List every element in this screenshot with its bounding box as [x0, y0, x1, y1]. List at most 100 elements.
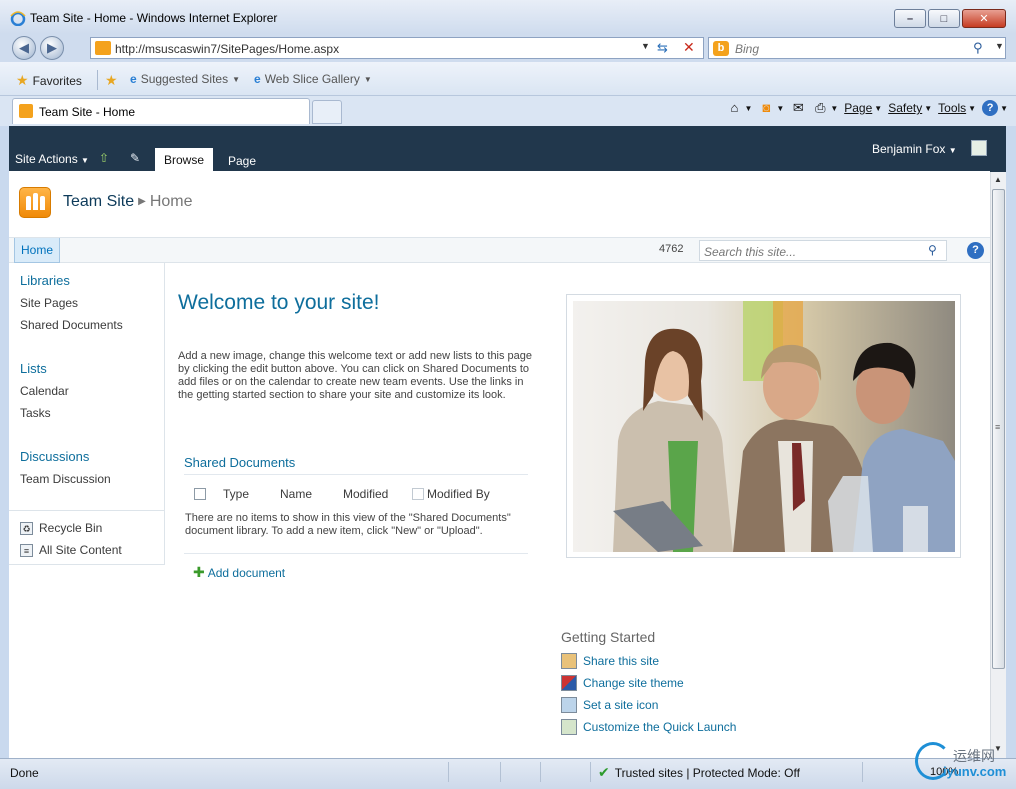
getting-started-title: Getting Started — [561, 629, 656, 645]
site-favicon-icon — [95, 41, 111, 55]
status-bar: Done ✔ Trusted sites | Protected Mode: Of… — [0, 758, 1016, 789]
suggested-sites-link[interactable]: e Suggested Sites ▼ — [130, 72, 240, 86]
ql-item-team-discussion[interactable]: Team Discussion — [20, 472, 111, 486]
scroll-up-icon[interactable]: ▲ — [994, 175, 1002, 184]
breadcrumb: Team Site ▶ Home — [63, 193, 193, 211]
ql-all-site-content[interactable]: ≡ All Site Content — [20, 543, 122, 557]
favorites-label: Favorites — [32, 73, 82, 88]
status-divider — [862, 762, 863, 782]
docs-divider — [184, 553, 528, 554]
theme-icon — [561, 675, 577, 691]
close-icon: ✕ — [979, 13, 989, 25]
security-zone[interactable]: ✔ Trusted sites | Protected Mode: Off — [598, 764, 800, 781]
url-field[interactable]: http://msuscaswin7/SitePages/Home.aspx ▼… — [90, 37, 704, 59]
minimize-button[interactable]: – — [894, 9, 926, 28]
breadcrumb-site-link[interactable]: Team Site — [63, 193, 134, 210]
site-logo-icon[interactable] — [19, 187, 51, 218]
status-divider — [500, 762, 501, 782]
chevron-down-icon: ▼ — [948, 146, 957, 155]
welcome-heading: Welcome to your site! — [178, 291, 380, 314]
empty-library-message: There are no items to show in this view … — [185, 512, 511, 537]
change-theme-link[interactable]: Change site theme — [561, 675, 684, 691]
status-divider — [540, 762, 541, 782]
ql-heading-discussions[interactable]: Discussions — [20, 449, 89, 464]
ie-logo-icon — [10, 11, 26, 26]
help-icon: ? — [982, 100, 999, 116]
navigate-up-icon[interactable]: ⇧ — [99, 151, 115, 165]
home-button[interactable]: ⌂ ▼ — [726, 100, 753, 116]
feeds-button[interactable]: ◙ ▼ — [758, 100, 784, 116]
url-dropdown-icon[interactable]: ▼ — [641, 41, 650, 51]
watermark-cn: 运维网 — [953, 748, 995, 764]
user-menu[interactable]: Benjamin Fox ▼ — [872, 142, 957, 156]
new-tab-button[interactable] — [312, 100, 342, 124]
help-menu[interactable]: ? ▼ — [982, 100, 1008, 116]
customize-quick-launch-link[interactable]: Customize the Quick Launch — [561, 719, 736, 735]
column-type[interactable]: Type — [223, 487, 249, 501]
ql-recycle-bin[interactable]: ♻ Recycle Bin — [20, 521, 102, 535]
add-document-link[interactable]: ✚ Add document — [193, 564, 285, 581]
column-name[interactable]: Name — [280, 487, 312, 501]
select-all-checkbox[interactable] — [194, 488, 206, 500]
sharepoint-page: Site Actions ▼ ⇧ ✎ Browse Page Benjamin … — [9, 126, 990, 758]
maximize-button[interactable]: □ — [928, 9, 960, 28]
picture-icon — [561, 697, 577, 713]
browser-tab[interactable]: Team Site - Home — [12, 98, 310, 124]
help-icon[interactable]: ? — [967, 242, 984, 259]
safety-menu[interactable]: Safety ▼ — [888, 101, 932, 115]
address-bar: ◀ ▶ http://msuscaswin7/SitePages/Home.as… — [0, 34, 1016, 62]
tools-menu[interactable]: Tools ▼ — [938, 101, 976, 115]
favorites-button[interactable]: ★ Favorites — [16, 72, 82, 89]
page-menu[interactable]: Page ▼ — [844, 101, 882, 115]
chevron-down-icon: ▼ — [830, 103, 839, 113]
share-site-link[interactable]: Share this site — [561, 653, 659, 669]
close-button[interactable]: ✕ — [962, 9, 1006, 28]
vertical-scrollbar[interactable]: ▲ ≡ ▼ — [990, 172, 1006, 758]
ql-item-tasks[interactable]: Tasks — [20, 406, 51, 420]
safety-menu-label: Safety — [888, 101, 923, 115]
ql-item-site-pages[interactable]: Site Pages — [20, 296, 78, 310]
ribbon-right-fill — [990, 126, 1006, 172]
logo-person-icon — [40, 196, 45, 210]
tab-favicon-icon — [19, 104, 33, 118]
quick-launch: Libraries Site Pages Shared Documents Li… — [9, 263, 165, 565]
edit-page-icon[interactable]: ✎ — [130, 151, 146, 165]
ql-item-calendar[interactable]: Calendar — [20, 384, 69, 398]
refresh-icon[interactable]: ⇆ — [657, 40, 668, 56]
web-slice-gallery-link[interactable]: e Web Slice Gallery ▼ — [254, 72, 372, 86]
add-favorite-button[interactable]: ★ — [105, 72, 118, 89]
ql-heading-lists[interactable]: Lists — [20, 361, 47, 376]
top-nav: Home 4762 Search this site... ⚲ ? — [9, 237, 990, 263]
topnav-home-tab[interactable]: Home — [14, 238, 61, 263]
print-button[interactable]: ⎙ ▼ — [812, 100, 838, 116]
mail-button[interactable]: ✉ — [790, 100, 806, 116]
tab-browse[interactable]: Browse — [155, 148, 213, 171]
chevron-down-icon: ▼ — [363, 74, 372, 84]
ql-item-shared-documents[interactable]: Shared Documents — [20, 318, 123, 332]
site-icon-link[interactable]: Set a site icon — [561, 697, 658, 713]
ribbon: Site Actions ▼ ⇧ ✎ Browse Page Benjamin … — [9, 126, 990, 171]
user-name: Benjamin Fox — [872, 142, 946, 156]
rss-icon: ◙ — [762, 100, 771, 115]
site-search-field[interactable]: Search this site... ⚲ — [699, 240, 947, 261]
back-button[interactable]: ◀ — [12, 36, 36, 60]
ql-heading-libraries[interactable]: Libraries — [20, 273, 70, 288]
column-modified[interactable]: Modified — [343, 487, 388, 501]
search-icon[interactable]: ⚲ — [973, 40, 983, 56]
chevron-down-icon: ▼ — [776, 103, 785, 113]
forward-arrow-icon: ▶ — [47, 40, 57, 55]
forward-button[interactable]: ▶ — [40, 36, 64, 60]
social-icon[interactable] — [971, 140, 987, 156]
search-icon[interactable]: ⚲ — [928, 243, 937, 257]
column-modified-by[interactable]: Modified By — [427, 487, 490, 501]
recycle-bin-icon: ♻ — [20, 521, 33, 535]
stop-icon[interactable]: ✕ — [683, 39, 695, 56]
search-dropdown-icon[interactable]: ▼ — [995, 41, 1004, 51]
customize-icon — [561, 719, 577, 735]
command-bar: ⌂ ▼ ◙ ▼ ✉ ⎙ ▼ Page ▼ Safety ▼ Tools ▼ ? ▼ — [726, 100, 1008, 116]
web-search-field[interactable]: b Bing ⚲ ▼ — [708, 37, 1006, 59]
breadcrumb-separator-icon: ▶ — [138, 196, 146, 207]
site-actions-menu[interactable]: Site Actions ▼ — [15, 152, 89, 166]
tab-page[interactable]: Page — [228, 154, 256, 168]
shared-documents-title[interactable]: Shared Documents — [184, 455, 295, 470]
